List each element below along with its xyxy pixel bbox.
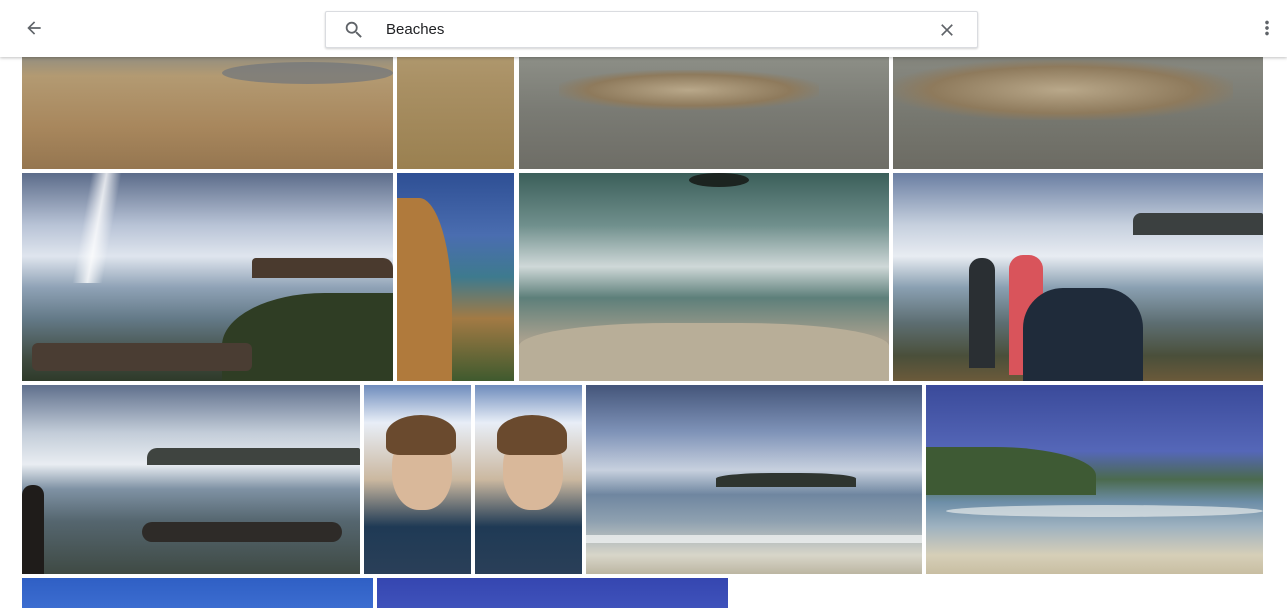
person <box>1023 288 1143 381</box>
search-bar <box>325 11 978 48</box>
rock <box>689 173 749 187</box>
search-icon[interactable] <box>343 19 365 41</box>
rock <box>142 522 342 542</box>
sun-flare <box>72 173 122 283</box>
hill <box>926 447 1096 495</box>
more-vert-icon <box>1265 20 1269 36</box>
photo-thumbnail[interactable] <box>22 385 360 574</box>
rock <box>32 343 252 371</box>
water-pool <box>222 62 393 84</box>
island <box>716 473 856 487</box>
hair <box>497 415 567 455</box>
person <box>22 485 44 574</box>
person <box>969 258 995 368</box>
driftwood <box>559 70 819 110</box>
photo-thumbnail[interactable] <box>893 173 1263 381</box>
surf <box>586 535 922 543</box>
headland <box>252 258 393 278</box>
search-input[interactable] <box>386 18 906 40</box>
arrow-back-icon <box>27 21 41 35</box>
surf <box>946 505 1263 517</box>
photo-thumbnail[interactable] <box>22 578 373 608</box>
photo-thumbnail[interactable] <box>586 385 922 574</box>
photo-thumbnail[interactable] <box>397 173 514 381</box>
headland <box>1133 213 1263 235</box>
rocks <box>519 323 889 381</box>
headland <box>147 448 360 465</box>
driftwood <box>893 60 1233 120</box>
back-button[interactable] <box>16 10 52 46</box>
more-options-button[interactable] <box>1254 10 1280 46</box>
photo-grid <box>0 0 1287 608</box>
photo-thumbnail[interactable] <box>377 578 728 608</box>
photo-thumbnail[interactable] <box>475 385 582 574</box>
hair <box>386 415 456 455</box>
clear-search-button[interactable] <box>935 18 959 42</box>
photo-thumbnail[interactable] <box>22 173 393 381</box>
top-app-bar <box>0 0 1287 57</box>
photo-thumbnail[interactable] <box>519 173 889 381</box>
photo-thumbnail[interactable] <box>364 385 471 574</box>
close-icon <box>941 24 953 36</box>
cliff <box>397 198 452 381</box>
photo-thumbnail[interactable] <box>926 385 1263 574</box>
